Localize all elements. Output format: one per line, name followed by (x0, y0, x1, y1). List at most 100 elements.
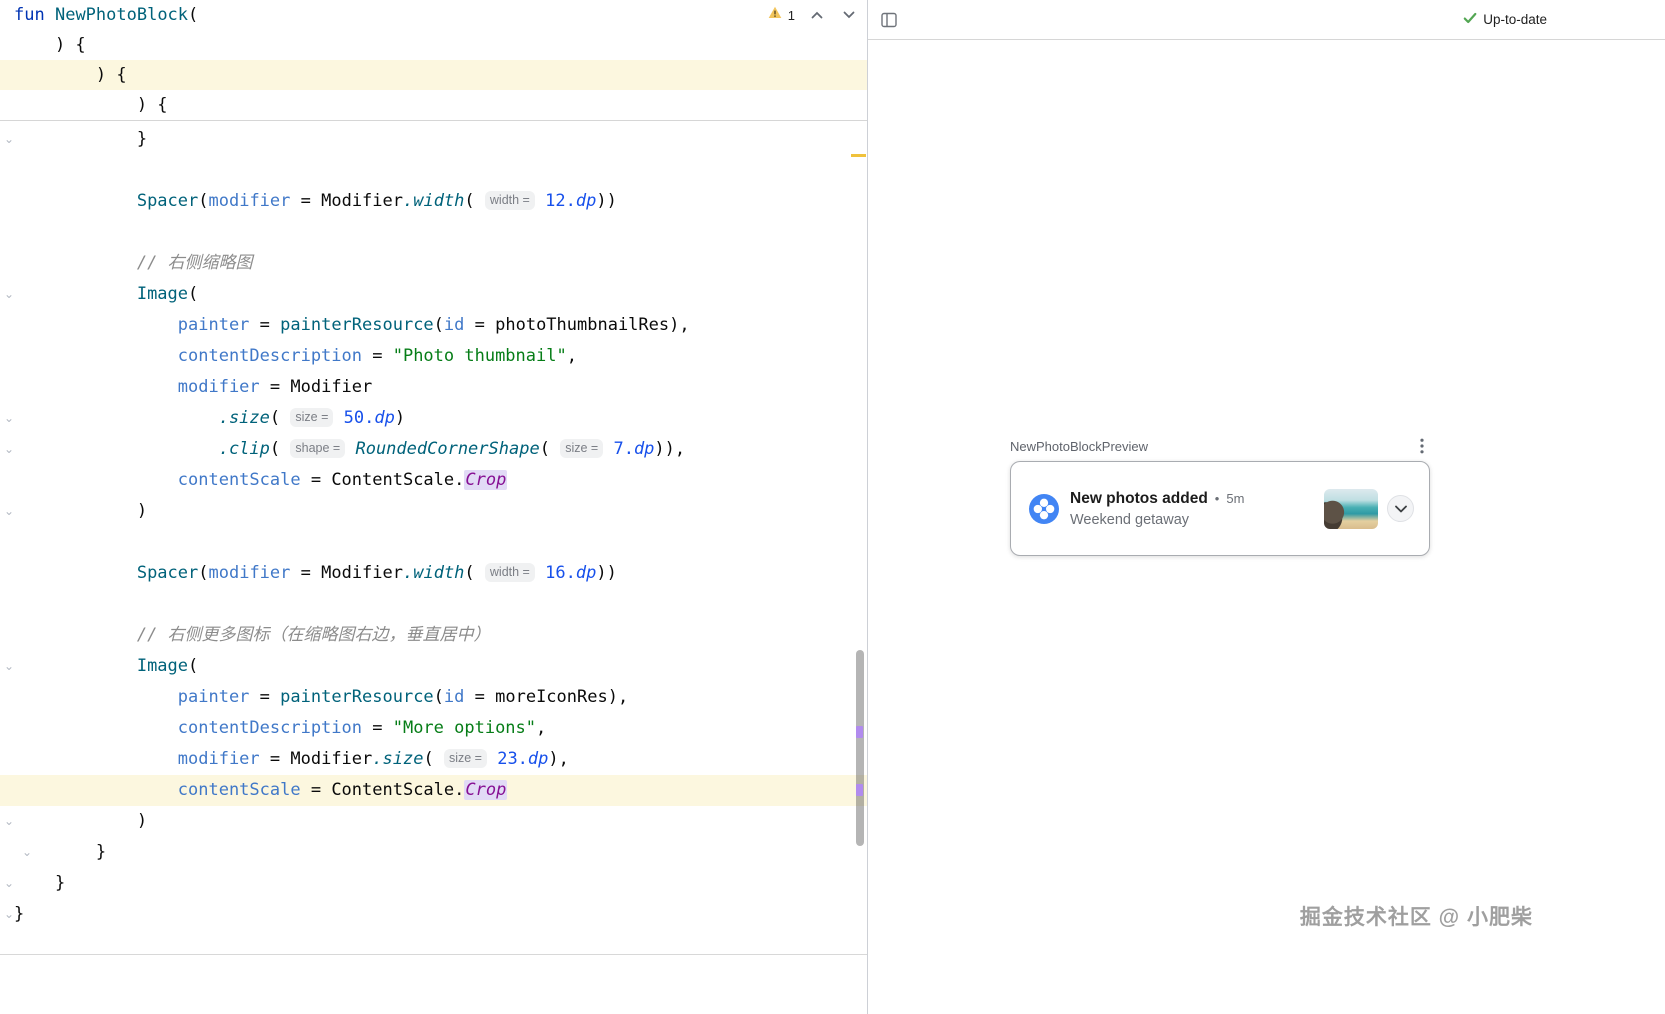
code-token: contentScale (177, 780, 301, 800)
code-token: } (14, 873, 66, 893)
editor-scrollbar-thumb[interactable] (856, 650, 864, 846)
code-token: Image (136, 656, 189, 676)
code-line[interactable] (0, 589, 867, 620)
analysis-stripe-mark[interactable] (856, 726, 863, 738)
code-line[interactable]: modifier = Modifier.size( size = 23.dp), (0, 744, 867, 775)
parameter-hint: shape = (290, 439, 346, 458)
code-line[interactable]: painter = painterResource(id = moreIconR… (0, 682, 867, 713)
fold-chevron-icon[interactable]: ⌄ (2, 403, 16, 434)
code-line[interactable]: ⌄ } (0, 124, 867, 155)
notification-title: New photos added (1070, 489, 1208, 507)
inspections-widget[interactable]: 1 (768, 0, 859, 30)
code-line[interactable]: ) { (0, 30, 867, 60)
fold-chevron-icon[interactable]: ⌄ (20, 837, 34, 868)
notification-card-preview[interactable]: New photos added • 5m Weekend getaway (1010, 461, 1430, 556)
watermark: 掘金技术社区 @ 小肥柴 (1299, 906, 1533, 929)
code-token: dp (527, 749, 549, 769)
fold-chevron-icon[interactable]: ⌄ (2, 496, 16, 527)
code-token: dp (633, 439, 655, 459)
fold-chevron-icon[interactable]: ⌄ (2, 124, 16, 155)
previous-issue-button[interactable] (807, 7, 827, 23)
analysis-stripe-mark[interactable] (856, 784, 863, 796)
fold-chevron-icon[interactable]: ⌄ (2, 806, 16, 837)
code-line[interactable]: contentDescription = "More options", (0, 713, 867, 744)
error-stripe-warning-mark[interactable] (851, 154, 866, 157)
code-line[interactable]: ⌄ } (0, 837, 867, 868)
code-token: ( (464, 191, 485, 211)
code-line[interactable] (0, 217, 867, 248)
preview-menu-button[interactable] (1414, 436, 1430, 456)
code-line[interactable]: ⌄ Image( (0, 651, 867, 682)
next-issue-button[interactable] (839, 7, 859, 23)
code-token: Spacer (136, 563, 199, 583)
code-editor[interactable]: ⌄ } Spacer(modifier = Modifier.width( wi… (0, 121, 867, 1014)
code-token: modifier (177, 377, 260, 397)
code-token: moreIconRes (495, 687, 608, 707)
code-token: .clip (218, 439, 270, 459)
code-line[interactable]: // 右侧更多图标（在缩略图右边，垂直居中） (0, 620, 867, 651)
code-token: Modifier (290, 377, 373, 397)
code-token: id (443, 315, 465, 335)
warning-icon (768, 6, 782, 24)
code-token: Modifier (321, 191, 403, 211)
preview-block: NewPhotoBlockPreview New photos added • … (1010, 436, 1430, 556)
code-line[interactable]: Spacer(modifier = Modifier.width( width … (0, 558, 867, 589)
code-line[interactable]: ⌄ ) (0, 496, 867, 527)
code-line[interactable]: contentDescription = "Photo thumbnail", (0, 341, 867, 372)
code-token: } (14, 129, 148, 149)
expand-chevron-button[interactable] (1387, 495, 1414, 522)
code-line[interactable]: ) { (0, 60, 867, 90)
code-token: = (362, 718, 393, 738)
fold-chevron-icon[interactable]: ⌄ (2, 279, 16, 310)
fold-chevron-icon[interactable]: ⌄ (2, 868, 16, 899)
check-icon (1463, 12, 1477, 27)
fold-chevron-icon[interactable]: ⌄ (2, 434, 16, 465)
code-token: fun (14, 5, 45, 25)
code-token: painterResource (280, 687, 434, 707)
preview-status-label: Up-to-date (1483, 12, 1547, 27)
code-line[interactable]: ⌄ } (0, 868, 867, 899)
code-line[interactable]: painter = painterResource(id = photoThum… (0, 310, 867, 341)
code-line[interactable] (0, 527, 867, 558)
code-token: , (566, 346, 577, 366)
notification-subtitle: Weekend getaway (1070, 511, 1190, 528)
code-line[interactable]: ⌄ .size( size = 50.dp) (0, 403, 867, 434)
code-line[interactable]: contentScale = ContentScale.Crop (0, 465, 867, 496)
code-line[interactable]: contentScale = ContentScale.Crop (0, 775, 867, 806)
code-token: ( (188, 656, 199, 676)
code-line[interactable]: modifier = Modifier (0, 372, 867, 403)
code-token: ContentScale. (331, 780, 465, 800)
compose-preview-pane: Up-to-date NewPhotoBlockPreview New phot… (868, 0, 1665, 1014)
code-token: ( (188, 5, 199, 25)
code-token: ) (394, 408, 406, 428)
code-token: dp (575, 191, 597, 211)
code-token: modifier (208, 191, 291, 211)
code-token: Modifier (290, 749, 373, 769)
fold-chevron-icon[interactable]: ⌄ (2, 899, 16, 930)
code-token: ( (269, 408, 291, 428)
code-token: ( (198, 191, 209, 211)
code-line[interactable]: ⌄ .clip( shape = RoundedCornerShape( siz… (0, 434, 867, 465)
preview-layout-icon[interactable] (880, 11, 898, 29)
code-line[interactable]: // 右侧缩略图 (0, 248, 867, 279)
fold-chevron-icon[interactable]: ⌄ (2, 651, 16, 682)
code-line[interactable]: Spacer(modifier = Modifier.width( width … (0, 186, 867, 217)
code-line[interactable]: ) { (0, 90, 867, 120)
code-token: ), (607, 687, 629, 707)
code-token: 7. (613, 439, 634, 459)
code-token: )), (654, 439, 686, 459)
code-line[interactable]: ⌄ ) (0, 806, 867, 837)
code-line[interactable]: ⌄ Image( (0, 279, 867, 310)
code-line[interactable]: fun NewPhotoBlock( (0, 0, 867, 30)
code-line[interactable] (0, 155, 867, 186)
code-line[interactable]: ⌄} (0, 899, 867, 930)
